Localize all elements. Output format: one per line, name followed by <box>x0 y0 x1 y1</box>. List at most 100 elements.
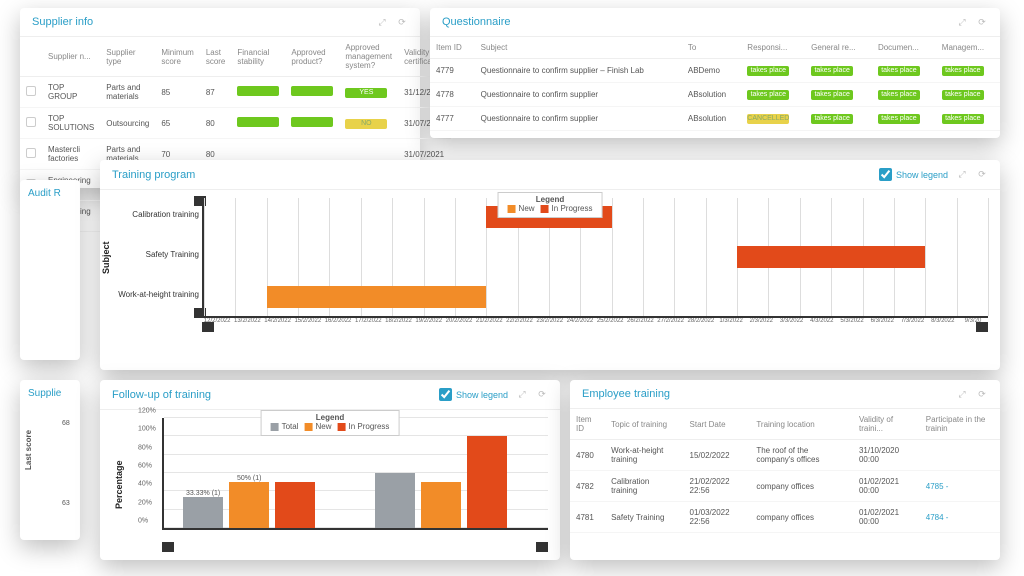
y-axis-label: Last score <box>24 430 33 470</box>
column-header[interactable]: Item ID <box>570 409 605 440</box>
column-header[interactable]: Responsi... <box>741 37 805 59</box>
column-header[interactable]: Item ID <box>430 37 475 59</box>
status-pill: takes place <box>942 90 984 100</box>
audit-panel-strip: Audit R <box>20 180 80 360</box>
table-row[interactable]: TOP SOLUTIONS Outsourcing 65 80 NO 31/07… <box>20 108 451 139</box>
cell-id: 4779 <box>430 59 475 83</box>
column-header[interactable]: Topic of training <box>605 409 683 440</box>
column-header[interactable]: Subject <box>475 37 682 59</box>
employee-training-table: Item IDTopic of trainingStart DateTraini… <box>570 409 1000 533</box>
column-header[interactable]: General re... <box>805 37 872 59</box>
y-tick: 0% <box>138 518 148 525</box>
gantt-bar[interactable] <box>737 246 925 268</box>
table-row[interactable]: 4782 Calibration training 21/02/2022 22:… <box>570 471 1000 502</box>
y-tick: 40% <box>138 481 152 488</box>
status-pill: takes place <box>811 114 853 124</box>
questionnaire-table: Item IDSubjectToResponsi...General re...… <box>430 37 1000 131</box>
expand-icon[interactable]: ⤢ <box>516 389 528 401</box>
cell-participate-link[interactable]: 4785 - <box>920 471 1000 502</box>
expand-icon[interactable]: ⤢ <box>956 169 968 181</box>
table-row[interactable]: 4781 Safety Training 01/03/2022 22:56 co… <box>570 502 1000 533</box>
status-pill: takes place <box>747 66 789 76</box>
x-tick: 22/2/2022 <box>504 318 534 324</box>
cell-to: ABsolution <box>682 107 741 131</box>
table-row[interactable]: 4777 Questionnaire to confirm supplier A… <box>430 107 1000 131</box>
cell-start: 01/03/2022 22:56 <box>684 502 751 533</box>
table-row[interactable]: 4778 Questionnaire to confirm supplier A… <box>430 83 1000 107</box>
column-header[interactable]: Supplier type <box>100 37 155 77</box>
column-header[interactable]: Financial stability <box>231 37 285 77</box>
cell-to: ABsolution <box>682 83 741 107</box>
legend-item: New <box>304 422 331 431</box>
bar-data-label: 50% (1) <box>229 475 269 482</box>
y-tick: 68 <box>62 420 70 427</box>
column-header[interactable]: Last score <box>200 37 232 77</box>
y-tick: 80% <box>138 444 152 451</box>
refresh-icon[interactable]: ⟳ <box>976 169 988 181</box>
x-tick: 19/2/2022 <box>414 318 444 324</box>
x-tick: 13/2/2022 <box>232 318 262 324</box>
legend-title: Legend <box>505 195 596 204</box>
scroll-handle-icon[interactable] <box>162 542 174 552</box>
cell-participate-link[interactable] <box>920 440 1000 471</box>
scroll-handle-icon[interactable] <box>202 322 214 332</box>
x-tick: 20/2/2022 <box>444 318 474 324</box>
gantt-row-label: Safety Training <box>114 250 199 259</box>
bar[interactable] <box>467 436 507 528</box>
x-tick: 23/2/2022 <box>535 318 565 324</box>
column-header[interactable]: Approved product? <box>285 37 339 77</box>
y-axis-label: Percentage <box>114 460 124 509</box>
refresh-icon[interactable]: ⟳ <box>536 389 548 401</box>
column-header[interactable]: Training location <box>750 409 853 440</box>
column-header[interactable]: Managem... <box>936 37 1000 59</box>
row-checkbox[interactable] <box>26 86 36 96</box>
scroll-handle-icon[interactable] <box>536 542 548 552</box>
x-tick: 24/2/2022 <box>565 318 595 324</box>
bar[interactable]: 50% (1) <box>229 482 269 528</box>
status-pill: NO <box>345 119 387 129</box>
bar[interactable] <box>275 482 315 528</box>
column-header[interactable] <box>20 37 42 77</box>
bar[interactable] <box>421 482 461 528</box>
expand-icon[interactable]: ⤢ <box>956 388 968 400</box>
expand-icon[interactable]: ⤢ <box>956 16 968 28</box>
gantt-bar[interactable] <box>267 286 487 308</box>
row-checkbox[interactable] <box>26 117 36 127</box>
bar[interactable]: 33.33% (1) <box>183 497 223 528</box>
x-tick: 1/3/2022 <box>716 318 746 324</box>
column-header[interactable]: Validity of traini... <box>853 409 920 440</box>
column-header[interactable]: Documen... <box>872 37 936 59</box>
expand-icon[interactable]: ⤢ <box>376 16 388 28</box>
column-header[interactable]: Participate in the trainin <box>920 409 1000 440</box>
panel-title: Employee training <box>582 388 670 400</box>
x-tick: 16/2/2022 <box>323 318 353 324</box>
supplier-chart-strip: Supplie Last score 68 63 <box>20 380 80 540</box>
refresh-icon[interactable]: ⟳ <box>976 16 988 28</box>
show-legend-toggle[interactable]: Show legend <box>439 388 508 401</box>
cell-to: ABDemo <box>682 59 741 83</box>
column-header[interactable]: Minimum score <box>155 37 199 77</box>
column-header[interactable]: Start Date <box>684 409 751 440</box>
column-header[interactable]: Approved management system? <box>339 37 398 77</box>
table-row[interactable]: TOP GROUP Parts and materials 85 87 YES … <box>20 77 451 108</box>
row-checkbox[interactable] <box>26 148 36 158</box>
status-pill: CANCELLED <box>747 114 789 124</box>
refresh-icon[interactable]: ⟳ <box>976 388 988 400</box>
refresh-icon[interactable]: ⟳ <box>396 16 408 28</box>
show-legend-toggle[interactable]: Show legend <box>879 168 948 181</box>
status-pill <box>237 117 279 127</box>
cell-min: 65 <box>155 108 199 139</box>
panel-title: Supplier info <box>32 16 93 28</box>
table-row[interactable]: 4780 Work-at-height training 15/02/2022 … <box>570 440 1000 471</box>
scroll-handle-icon[interactable] <box>976 322 988 332</box>
table-row[interactable]: 4779 Questionnaire to confirm supplier –… <box>430 59 1000 83</box>
panel-title: Training program <box>112 169 195 181</box>
column-header[interactable]: To <box>682 37 741 59</box>
bar[interactable] <box>375 473 415 528</box>
x-tick: 2/3/2022 <box>746 318 776 324</box>
cell-topic: Calibration training <box>605 471 683 502</box>
questionnaire-panel: Questionnaire ⤢ ⟳ Item IDSubjectToRespon… <box>430 8 1000 138</box>
column-header[interactable]: Supplier n... <box>42 37 100 77</box>
cell-name: Mastercli factories <box>42 139 100 170</box>
cell-participate-link[interactable]: 4784 - <box>920 502 1000 533</box>
